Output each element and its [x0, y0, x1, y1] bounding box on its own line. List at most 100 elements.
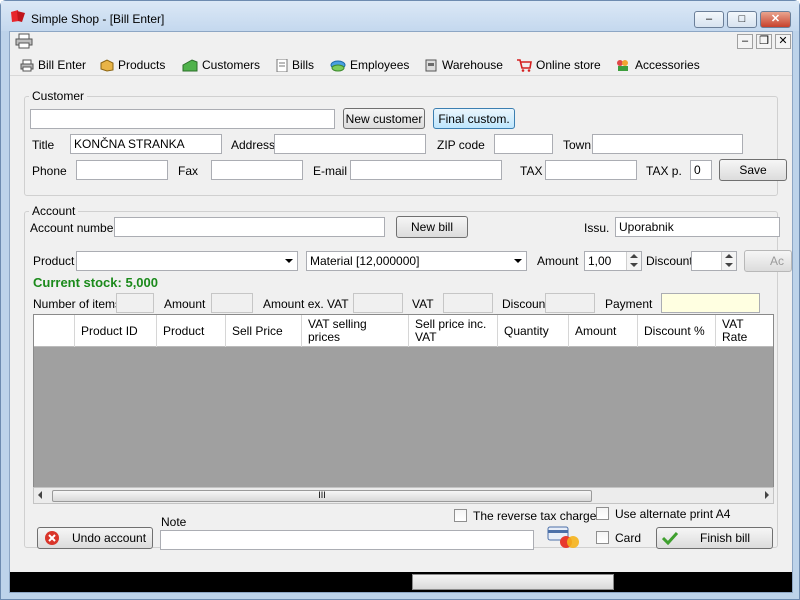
mdi-close-button[interactable]: ✕ — [775, 34, 791, 49]
add-item-button[interactable]: Ac — [744, 250, 792, 272]
menu-label: Online store — [536, 58, 601, 72]
zip-field[interactable] — [494, 134, 553, 154]
amount-label: Amount — [537, 254, 579, 268]
tax-percent-field[interactable]: 0 — [690, 160, 712, 180]
discount-label: Discount — [646, 254, 693, 268]
amount-stepper-value: 1,00 — [588, 254, 612, 268]
mdi-control-bar: – ❐ ✕ — [10, 32, 792, 52]
menu-label: Accessories — [635, 58, 700, 72]
address-field[interactable] — [274, 134, 426, 154]
reverse-tax-checkbox[interactable] — [454, 509, 467, 522]
menu-label: Bills — [292, 58, 315, 72]
tax-field[interactable] — [545, 160, 637, 180]
menu-bill-enter[interactable]: Bill Enter — [20, 56, 86, 74]
new-bill-button[interactable]: New bill — [396, 216, 468, 238]
material-select[interactable]: Material [12,000000] — [306, 251, 527, 271]
menu-online-store[interactable]: Online store — [516, 56, 601, 74]
menu-customers[interactable]: Customers — [182, 56, 260, 74]
horizontal-scrollbar[interactable]: III — [33, 487, 774, 504]
undo-account-label: Undo account — [72, 531, 147, 545]
spin-buttons[interactable] — [626, 252, 641, 270]
address-label: Address — [231, 138, 276, 152]
new-customer-button[interactable]: New customer — [343, 108, 425, 129]
fax-label: Fax — [178, 164, 199, 178]
tools-icon — [617, 59, 628, 71]
menu-warehouse[interactable]: Warehouse — [424, 56, 503, 74]
menu-bar: Bill Enter Products Customers Bills Empl… — [10, 52, 792, 76]
final-customer-button[interactable]: Final custom. — [433, 108, 515, 129]
column-header[interactable]: Quantity — [498, 315, 569, 347]
customer-search-input[interactable] — [30, 109, 335, 129]
town-field[interactable] — [592, 134, 743, 154]
column-header[interactable]: Amount — [569, 315, 638, 347]
material-select-value: Material [12,000000] — [310, 254, 420, 268]
email-field[interactable] — [350, 160, 502, 180]
status-bar — [10, 572, 792, 592]
card-checkbox[interactable] — [596, 531, 609, 544]
arrow-up-icon — [725, 254, 733, 258]
chevron-down-icon — [514, 259, 522, 263]
current-stock: Current stock: 5,000 — [33, 275, 158, 290]
issuer-field[interactable]: Uporabnik — [615, 217, 780, 237]
people-icon — [330, 60, 346, 71]
menu-label: Warehouse — [442, 58, 503, 72]
issuer-label: Issu. — [584, 221, 610, 235]
product-label: Product — [33, 254, 75, 268]
column-header[interactable]: VAT Rate — [716, 315, 773, 347]
alternate-print-checkbox[interactable] — [596, 507, 609, 520]
tax-percent-label: TAX p. — [646, 164, 682, 178]
discount-stepper[interactable] — [691, 251, 737, 271]
title-label: Title — [32, 138, 55, 152]
menu-employees[interactable]: Employees — [330, 56, 409, 74]
phone-field[interactable] — [76, 160, 168, 180]
total-discount-field — [545, 293, 595, 313]
spin-buttons[interactable] — [721, 252, 736, 270]
finish-bill-button[interactable]: Finish bill — [656, 527, 773, 549]
column-header[interactable]: Product — [157, 315, 226, 347]
document-icon — [276, 58, 288, 72]
flag-icon — [182, 58, 198, 71]
minimize-button[interactable]: ‒ — [694, 11, 724, 28]
vat-field — [443, 293, 493, 313]
menu-label: Employees — [350, 58, 410, 72]
app-logo-icon — [11, 10, 25, 22]
title-field[interactable]: KONČNA STRANKA — [70, 134, 222, 154]
close-button[interactable]: ✕ — [760, 11, 791, 28]
maximize-button[interactable]: □ — [727, 11, 757, 28]
row-header-corner — [34, 315, 75, 347]
menu-label: Products — [118, 58, 166, 72]
delete-icon — [45, 531, 59, 545]
fax-field[interactable] — [211, 160, 303, 180]
column-header[interactable]: Discount % — [638, 315, 716, 347]
town-label: Town — [563, 138, 592, 152]
payment-field[interactable] — [661, 293, 760, 313]
undo-account-button[interactable]: Undo account — [37, 527, 153, 549]
table-header: Product ID Product Sell Price VAT sellin… — [34, 315, 773, 347]
zip-label: ZIP code — [437, 138, 485, 152]
email-label: E-mail — [313, 164, 348, 178]
title-bar: Simple Shop - [Bill Enter] ‒ □ ✕ — [1, 1, 799, 31]
column-header[interactable]: Sell Price — [226, 315, 302, 347]
account-number-field[interactable] — [114, 217, 385, 237]
mdi-restore-button[interactable]: ❐ — [756, 34, 772, 49]
arrow-right-icon[interactable] — [765, 491, 769, 499]
window-title: Simple Shop - [Bill Enter] — [31, 12, 165, 26]
amount-stepper[interactable]: 1,00 — [584, 251, 642, 271]
menu-label: Bill Enter — [38, 58, 87, 72]
mdi-minimize-button[interactable]: – — [737, 34, 753, 49]
printer-icon — [20, 59, 34, 71]
scroll-thumb[interactable]: III — [52, 490, 592, 502]
items-table[interactable]: Product ID Product Sell Price VAT sellin… — [33, 314, 774, 503]
menu-accessories[interactable]: Accessories — [615, 56, 700, 74]
customer-group-label: Customer — [29, 89, 88, 103]
save-button[interactable]: Save — [719, 159, 787, 181]
arrow-left-icon[interactable] — [38, 491, 42, 499]
column-header[interactable]: Sell price inc. VAT — [409, 315, 498, 347]
column-header[interactable]: Product ID — [75, 315, 157, 347]
menu-products[interactable]: Products — [100, 56, 165, 74]
column-header[interactable]: VAT selling prices — [302, 315, 409, 347]
arrow-down-icon — [725, 263, 733, 267]
menu-bills[interactable]: Bills — [276, 56, 314, 74]
note-field[interactable] — [160, 530, 534, 550]
product-select[interactable] — [76, 251, 298, 271]
